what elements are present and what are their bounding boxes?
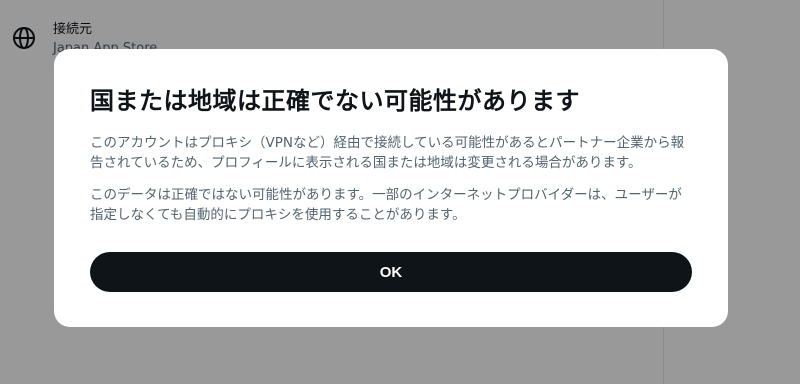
location-accuracy-dialog: 国または地域は正確でない可能性があります このアカウントはプロキシ（VPNなど）… (54, 49, 728, 327)
dialog-paragraph-proxy: このアカウントはプロキシ（VPNなど）経由で接続している可能性があるとパートナー… (90, 135, 685, 171)
dialog-title: 国または地域は正確でない可能性があります (90, 87, 580, 115)
ok-button[interactable]: OK (90, 252, 692, 292)
dialog-paragraph-accuracy: このデータは正確ではない可能性があります。一部のインターネットプロバイダーは、ユ… (90, 187, 682, 223)
